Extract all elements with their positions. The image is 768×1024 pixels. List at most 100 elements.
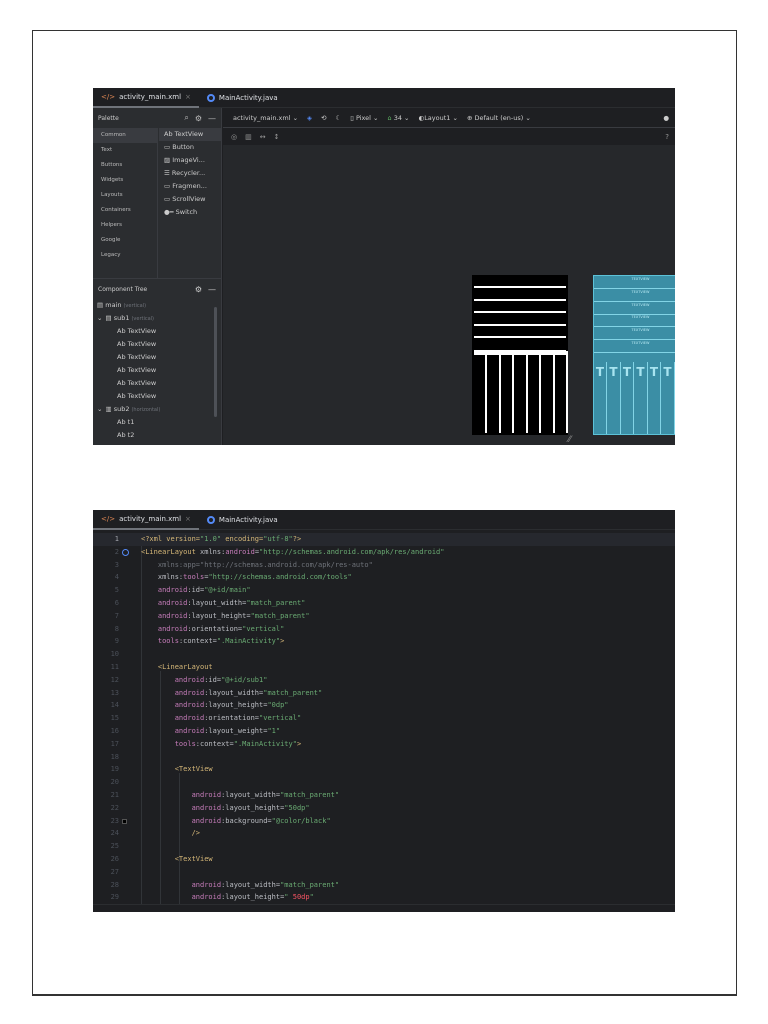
blueprint-preview[interactable]: TEXTVIEW TEXTVIEW TEXTVIEW TEXTVIEW TEXTVIEW… [593,275,675,435]
code-line[interactable]: 27 [93,866,675,879]
code-line[interactable]: 3 xmlns:app="http://schemas.android.com/… [93,559,675,572]
code-text: android:id="@+id/main" [141,584,251,597]
design-canvas[interactable]: TEXTVIEW TEXTVIEW TEXTVIEW TEXTVIEW TEXTVIEW… [223,145,675,445]
code-line[interactable]: 28 android:layout_width="match_parent" [93,879,675,892]
palette-widget[interactable]: Ab TextView [159,128,221,141]
component-label: TextView [127,340,157,348]
code-line[interactable]: 17 tools:context=".MainActivity"> [93,738,675,751]
tree-item[interactable]: Ab TextView [93,338,221,351]
horizontal-scrollbar[interactable] [93,904,675,912]
chevron-down-icon[interactable]: ⌄ [97,405,102,413]
palette-category[interactable]: Layouts [93,188,157,203]
code-editor[interactable]: 1 <?xml version="1.0" encoding="utf-8"?> 2… [93,530,675,912]
palette-widget[interactable]: ▨ ImageVi... [159,154,221,167]
close-icon[interactable]: × [185,93,191,101]
split-view-icon[interactable]: ▥ [245,133,252,141]
code-line[interactable]: 11 <LinearLayout [93,661,675,674]
code-token: android [141,599,188,607]
code-line[interactable]: 22 android:layout_height="50dp" [93,802,675,815]
minimize-icon[interactable]: — [208,285,216,294]
tree-item[interactable]: Ab TextView [93,325,221,338]
palette-category[interactable]: Common [93,128,157,143]
tree-item[interactable]: ▤ main (vertical) [93,299,221,312]
code-line[interactable]: 26 <TextView [93,853,675,866]
api-selector[interactable]: ⌂ 34 ⌄ [388,114,410,122]
code-line[interactable]: 10 [93,648,675,661]
tree-item[interactable]: ⌄ ▤ sub1 (vertical) [93,312,221,325]
minimize-icon[interactable]: — [208,114,216,123]
palette-category[interactable]: Legacy [93,248,157,263]
tab-main-activity-java[interactable]: MainActivity.java [199,88,286,108]
code-line[interactable]: 13 android:layout_width="match_parent" [93,687,675,700]
info-icon[interactable]: ● [663,114,669,122]
tree-item[interactable]: ⌄ ▥ sub2 (horizontal) [93,403,221,416]
search-icon[interactable]: ⌕ [184,113,188,123]
code-line[interactable]: 9 tools:context=".MainActivity"> [93,635,675,648]
vertical-resize-icon[interactable]: ↕ [274,133,280,141]
tree-item[interactable]: Ab t2 [93,429,221,442]
code-token: tools [141,637,179,646]
tree-item[interactable]: Ab TextView [93,377,221,390]
code-line[interactable]: 23 android:background="@color/black" [93,815,675,828]
code-line[interactable]: 20 [93,776,675,789]
gear-icon[interactable]: ⚙ [195,285,202,294]
tree-item[interactable]: Ab TextView [93,351,221,364]
blueprint-column: T [594,362,607,434]
view-options-icon[interactable]: ◎ [231,133,237,141]
close-icon[interactable]: × [185,515,191,523]
palette-category[interactable]: Google [93,233,157,248]
code-line[interactable]: 14 android:layout_height="0dp" [93,699,675,712]
tab-main-activity-java[interactable]: MainActivity.java [199,510,286,530]
code-line[interactable]: 1 <?xml version="1.0" encoding="utf-8"?> [93,533,675,546]
palette-widget[interactable]: ●━ Switch [159,206,221,219]
code-line[interactable]: 29 android:layout_height=" 50dp" [93,891,675,904]
code-line[interactable]: 7 android:layout_height="match_parent" [93,610,675,623]
code-line[interactable]: 8 android:orientation="vertical" [93,623,675,636]
code-line[interactable]: 12 android:id="@+id/sub1" [93,674,675,687]
gear-icon[interactable]: ⚙ [195,114,202,123]
locale-selector[interactable]: ⊕ Default (en-us) ⌄ [467,114,531,122]
palette-category[interactable]: Buttons [93,158,157,173]
palette-category[interactable]: Widgets [93,173,157,188]
palette-widget[interactable]: ▭ ScrollView [159,193,221,206]
tree-item[interactable]: Ab TextView [93,364,221,377]
palette-category[interactable]: Containers [93,203,157,218]
theme-selector[interactable]: ◐Layout1 ⌄ [419,114,458,122]
orientation-icon[interactable]: ⟲ [321,114,326,122]
tree-item[interactable]: Ab t1 [93,416,221,429]
resize-handle-icon[interactable]: ⁄⁄ [568,435,571,445]
tab-activity-main-xml[interactable]: </> activity_main.xml × [93,510,199,530]
palette-widget[interactable]: ☰ Recycler... [159,167,221,180]
code-token: "match_parent" [246,599,306,607]
design-surface-icon[interactable]: ◈ [307,114,312,122]
code-line[interactable]: 2 <LinearLayout xmlns:android="http://sch… [93,546,675,559]
code-line[interactable]: 18 [93,751,675,764]
scrollbar[interactable] [214,307,217,417]
palette-category[interactable]: Text [93,143,157,158]
code-line[interactable]: 5 android:id="@+id/main" [93,584,675,597]
code-line[interactable]: 25 [93,840,675,853]
code-line[interactable]: 6 android:layout_width="match_parent" [93,597,675,610]
locale-label: Default (en-us) ⌄ [474,113,531,122]
device-selector[interactable]: ▯ Pixel ⌄ [350,114,378,122]
code-line[interactable]: 19 <TextView [93,763,675,776]
file-selector[interactable]: activity_main.xml ⌄ [233,114,298,122]
code-line[interactable]: 15 android:orientation="vertical" [93,712,675,725]
tree-item[interactable]: Ab TextView [93,390,221,403]
palette-category[interactable]: Helpers [93,218,157,233]
code-line[interactable]: 4 xmlns:tools="http://schemas.android.co… [93,571,675,584]
code-line[interactable]: 24 /> [93,827,675,840]
help-icon[interactable]: ? [665,133,669,141]
code-text: <LinearLayout [141,661,213,674]
chevron-down-icon[interactable]: ⌄ [97,314,102,322]
palette-widget[interactable]: ▭ Fragmen... [159,180,221,193]
tab-activity-main-xml[interactable]: </> activity_main.xml × [93,88,199,108]
class-reference-icon[interactable] [122,548,129,556]
night-mode-icon[interactable]: ☾ [335,114,341,122]
horizontal-resize-icon[interactable]: ↔ [260,133,266,141]
palette-widget[interactable]: ▭ Button [159,141,221,154]
design-preview[interactable] [472,275,568,435]
color-swatch-icon[interactable] [122,818,127,824]
code-line[interactable]: 16 android:layout_weight="1" [93,725,675,738]
code-line[interactable]: 21 android:layout_width="match_parent" [93,789,675,802]
